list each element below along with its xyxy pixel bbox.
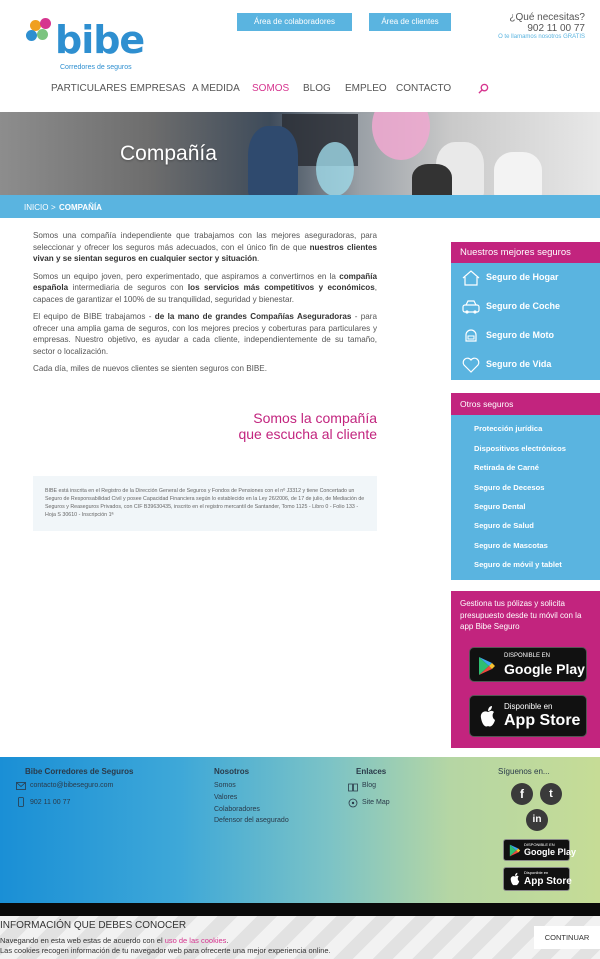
bibe-logo[interactable]: bibe Corredores de seguros bbox=[26, 18, 146, 76]
linkedin-icon[interactable]: in bbox=[526, 809, 548, 831]
car-icon bbox=[462, 300, 480, 314]
footer-link-blog[interactable]: Blog bbox=[362, 782, 376, 789]
sidebar-item-retirada-carne[interactable]: Retirada de Carné bbox=[474, 463, 539, 472]
facebook-icon[interactable]: f bbox=[511, 783, 533, 805]
footer-google-play-button[interactable]: DISPONIBLE EN Google Play bbox=[503, 839, 576, 861]
logo-tagline: Corredores de seguros bbox=[60, 64, 132, 71]
sidebar-item-dental[interactable]: Seguro Dental bbox=[474, 502, 525, 511]
twitter-icon[interactable]: t bbox=[540, 783, 562, 805]
app-promo: Gestiona tus pólizas y solicita presupue… bbox=[451, 591, 600, 748]
footer-link-defensor[interactable]: Defensor del asegurado bbox=[214, 817, 289, 824]
hero-banner: Compañía bbox=[0, 112, 600, 195]
cookie-title: INFORMACIÓN QUE DEBES CONOCER bbox=[0, 920, 187, 931]
footer-email[interactable]: contacto@bibeseguro.com bbox=[30, 782, 113, 789]
heart-icon bbox=[462, 357, 480, 373]
cookie-policy-link[interactable]: uso de las cookies bbox=[165, 936, 227, 945]
other-insurances-list: Protección jurídica Dispositivos electró… bbox=[451, 415, 600, 580]
sidebar-item-hogar[interactable]: Seguro de Hogar bbox=[451, 264, 600, 292]
cookie-text-secondary: Las cookies recogen información de tu na… bbox=[0, 946, 331, 955]
apple-icon bbox=[480, 706, 495, 727]
sidebar-item-vida[interactable]: Seguro de Vida bbox=[451, 351, 600, 379]
footer-nosotros-title: Nosotros bbox=[214, 767, 250, 776]
slogan: Somos la compañía que escucha al cliente bbox=[238, 410, 377, 442]
nav-blog[interactable]: BLOG bbox=[303, 83, 331, 94]
google-play-icon bbox=[509, 844, 521, 857]
cookie-text: Navegando en esta web estas de acuerdo c… bbox=[0, 936, 229, 945]
legal-notice: BIBE está inscrita en el Registro de la … bbox=[33, 476, 377, 531]
footer-follow-title: Síguenos en... bbox=[498, 767, 550, 776]
hero-attendee bbox=[494, 152, 542, 195]
other-insurances-title: Otros seguros bbox=[451, 393, 600, 415]
footer-link-colaboradores[interactable]: Colaboradores bbox=[214, 806, 260, 813]
hero-attendee bbox=[412, 164, 452, 195]
apple-icon bbox=[510, 872, 520, 886]
hero-pink-shape bbox=[372, 112, 430, 160]
paragraph: Somos una compañía independiente que tra… bbox=[33, 231, 377, 263]
app-promo-text: Gestiona tus pólizas y solicita presupue… bbox=[460, 599, 582, 631]
app-store-button[interactable]: Disponible en App Store bbox=[469, 695, 587, 737]
google-play-button[interactable]: DISPONIBLE EN Google Play bbox=[469, 647, 587, 682]
collaborators-area-button[interactable]: Área de colaboradores bbox=[237, 13, 352, 31]
logo-word: bibe bbox=[55, 18, 145, 62]
breadcrumb: INICIO > COMPAÑÍA bbox=[0, 195, 600, 218]
paragraph: Somos un equipo joven, pero experimentad… bbox=[33, 271, 378, 304]
cookie-banner: INFORMACIÓN QUE DEBES CONOCER Navegando … bbox=[0, 916, 600, 959]
footer-link-sitemap[interactable]: Site Map bbox=[362, 799, 390, 806]
contact-phone[interactable]: 902 11 00 77 bbox=[498, 23, 585, 34]
nav-empresas[interactable]: EMPRESAS bbox=[130, 83, 186, 94]
site-footer: Bibe Corredores de Seguros contacto@bibe… bbox=[0, 757, 600, 903]
footer-company-title: Bibe Corredores de Seguros bbox=[25, 767, 134, 776]
breadcrumb-home[interactable]: INICIO bbox=[24, 203, 48, 212]
footer-link-somos[interactable]: Somos bbox=[214, 782, 236, 789]
nav-a-medida[interactable]: A MEDIDA bbox=[192, 83, 240, 94]
sidebar-item-dispositivos[interactable]: Dispositivos electrónicos bbox=[474, 444, 566, 453]
sidebar-item-coche[interactable]: Seguro de Coche bbox=[451, 293, 600, 321]
sidebar-item-salud[interactable]: Seguro de Salud bbox=[474, 521, 534, 530]
cookie-continue-button[interactable]: CONTINUAR bbox=[534, 926, 600, 949]
footer-link-valores[interactable]: Valores bbox=[214, 794, 237, 801]
nav-empleo[interactable]: EMPLEO bbox=[345, 83, 387, 94]
sidebar-item-movil-tablet[interactable]: Seguro de móvil y tablet bbox=[474, 560, 562, 569]
book-icon bbox=[348, 783, 358, 792]
best-insurances-list: Seguro de Hogar Seguro de Coche Seguro d… bbox=[451, 263, 600, 380]
home-icon bbox=[462, 270, 480, 286]
nav-particulares[interactable]: PARTICULARES bbox=[51, 83, 127, 94]
best-insurances-title: Nuestros mejores seguros bbox=[451, 242, 600, 263]
contact-question: ¿Qué necesitas? bbox=[509, 12, 585, 23]
callback-link[interactable]: O te llamamos nosotros GRATIS bbox=[498, 34, 585, 40]
helmet-icon bbox=[465, 329, 477, 342]
google-play-icon bbox=[479, 657, 495, 675]
sidebar-item-proteccion-juridica[interactable]: Protección jurídica bbox=[474, 424, 542, 433]
footer-bottom-bar bbox=[0, 903, 600, 916]
breadcrumb-current: COMPAÑÍA bbox=[59, 203, 102, 212]
nav-somos[interactable]: SOMOS bbox=[252, 83, 289, 94]
breadcrumb-separator: > bbox=[51, 203, 56, 212]
sidebar-item-decesos[interactable]: Seguro de Decesos bbox=[474, 483, 544, 492]
paragraph: Cada día, miles de nuevos clientes se si… bbox=[33, 364, 267, 373]
clients-area-button[interactable]: Área de clientes bbox=[369, 13, 451, 31]
sitemap-icon bbox=[348, 798, 358, 808]
company-text: Somos una compañía independiente que tra… bbox=[33, 230, 377, 381]
search-icon[interactable] bbox=[478, 83, 489, 94]
site-header: bibe Corredores de seguros Área de colab… bbox=[0, 0, 600, 112]
phone-icon bbox=[18, 797, 24, 807]
contact-block: ¿Qué necesitas? 902 11 00 77 O te llamam… bbox=[498, 12, 585, 40]
hero-presenter bbox=[248, 126, 298, 195]
paragraph: El equipo de BIBE trabajamos - de la man… bbox=[33, 312, 377, 356]
footer-phone[interactable]: 902 11 00 77 bbox=[30, 799, 70, 806]
sidebar-item-moto[interactable]: Seguro de Moto bbox=[451, 322, 600, 350]
page-title: Compañía bbox=[120, 142, 217, 165]
logo-dots-icon bbox=[26, 18, 56, 48]
footer-app-store-button[interactable]: Disponible en App Store bbox=[503, 867, 572, 891]
mail-icon bbox=[16, 782, 26, 790]
sidebar-item-mascotas[interactable]: Seguro de Mascotas bbox=[474, 541, 548, 550]
nav-contacto[interactable]: CONTACTO bbox=[396, 83, 451, 94]
hero-blue-shape bbox=[316, 142, 354, 195]
footer-enlaces-title: Enlaces bbox=[356, 767, 387, 776]
